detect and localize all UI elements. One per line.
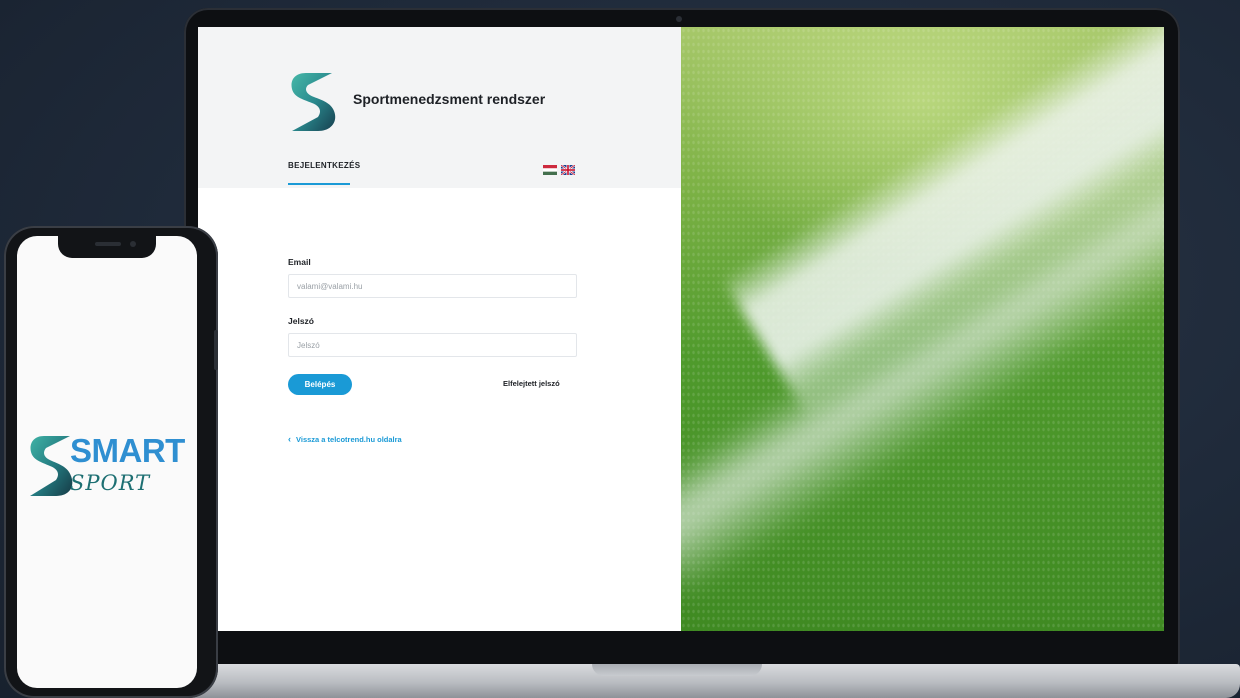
- laptop-camera: [676, 16, 682, 22]
- language-switcher: [543, 165, 575, 175]
- flag-hu-icon[interactable]: [543, 165, 557, 175]
- tab-login[interactable]: BEJELENTKEZÉS: [288, 161, 360, 170]
- brand-sport-text: SPORT: [70, 471, 151, 495]
- phone-camera: [130, 241, 136, 247]
- app-title: Sportmenedzsment rendszer: [353, 91, 546, 107]
- email-field[interactable]: [288, 274, 577, 298]
- header-band: [198, 27, 681, 188]
- login-button[interactable]: Belépés: [288, 374, 352, 395]
- laptop-hinge-notch: [592, 664, 762, 676]
- flag-gb-icon[interactable]: [561, 165, 575, 175]
- grass-photo: [681, 27, 1164, 631]
- email-label: Email: [288, 257, 311, 267]
- phone-side-button: [214, 330, 218, 370]
- back-link-label: Vissza a telcotrend.hu oldalra: [296, 434, 402, 444]
- forgot-password-link[interactable]: Elfelejtett jelszó: [503, 379, 560, 388]
- tab-active-indicator: [288, 183, 350, 185]
- chevron-left-icon: ‹: [288, 434, 291, 444]
- password-label: Jelszó: [288, 316, 314, 326]
- smart-sport-logo-icon: [30, 436, 73, 496]
- brand-smart-text: SMART: [70, 432, 185, 469]
- app-logo-icon: [291, 73, 336, 131]
- phone-speaker: [95, 242, 121, 246]
- laptop-screen: Sportmenedzsment rendszer BEJELENTKEZÉS …: [198, 27, 1164, 631]
- password-field[interactable]: [288, 333, 577, 357]
- login-panel: Sportmenedzsment rendszer BEJELENTKEZÉS …: [198, 27, 681, 631]
- phone-notch: [58, 236, 156, 258]
- back-link[interactable]: ‹ Vissza a telcotrend.hu oldalra: [288, 434, 402, 444]
